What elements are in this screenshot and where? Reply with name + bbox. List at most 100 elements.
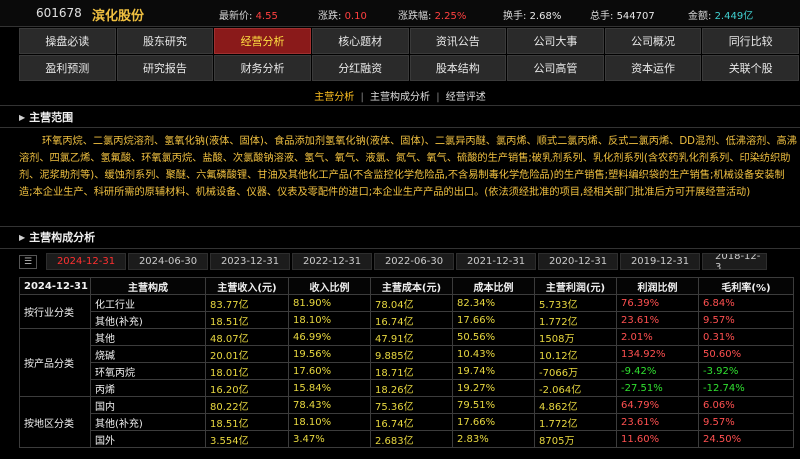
price-value: 4.55 xyxy=(255,11,278,22)
date-tab[interactable]: 2020-12-31 xyxy=(538,253,618,270)
value-cell: 9.57% xyxy=(698,413,794,431)
component-cell: 烧碱 xyxy=(90,345,206,363)
divider xyxy=(0,127,800,128)
sublink-review[interactable]: 经营评述 xyxy=(446,92,486,103)
date-tab[interactable]: 2022-06-30 xyxy=(374,253,454,270)
category-cell: 按产品分类 xyxy=(19,328,91,397)
turnover-value: 2.68% xyxy=(529,11,562,22)
value-cell: 1.772亿 xyxy=(534,413,617,431)
value-cell: 2.83% xyxy=(452,430,535,448)
table-row: 其他(补充) 18.51亿 18.10% 16.74亿 17.66% 1.772亿 23.6… xyxy=(20,413,794,431)
value-cell: 2.683亿 xyxy=(370,430,453,448)
value-cell: 16.74亿 xyxy=(370,413,453,431)
component-cell: 其他 xyxy=(90,328,206,346)
date-tab[interactable]: 2022-12-31 xyxy=(292,253,372,270)
nav-btn[interactable]: 核心题材 xyxy=(311,28,409,54)
nav-btn[interactable]: 资讯公告 xyxy=(409,28,507,54)
sublink-main-analysis[interactable]: 主营分析 xyxy=(314,92,354,103)
menu-grid-icon[interactable]: ☰ xyxy=(19,254,37,269)
date-tab[interactable]: 2019-12-31 xyxy=(620,253,700,270)
scope-title: 主营范围 xyxy=(29,111,74,124)
value-cell: 4.862亿 xyxy=(534,396,617,414)
volume-field: 总手: 544707 xyxy=(590,7,655,22)
nav-btn[interactable]: 财务分析 xyxy=(214,55,311,81)
col-header: 主营构成 xyxy=(90,277,206,295)
nav-btn[interactable]: 操盘必读 xyxy=(19,28,116,54)
nav-btn[interactable]: 同行比较 xyxy=(702,28,799,54)
col-header[interactable]: 主营成本(元) xyxy=(370,277,453,295)
table-row: 按地区分类 国内 80.22亿 78.43% 75.36亿 79.51% 4.862亿 64.… xyxy=(19,396,794,448)
composition-header: ▶ 主营构成分析 xyxy=(0,228,800,246)
nav-btn[interactable]: 公司大事 xyxy=(507,28,604,54)
value-cell: 46.99% xyxy=(288,328,371,346)
value-cell: 75.36亿 xyxy=(370,396,453,414)
amount-field: 金额: 2.449亿 xyxy=(688,7,753,22)
value-cell: 76.39% xyxy=(616,294,699,312)
nav-btn[interactable]: 资本运作 xyxy=(604,55,702,81)
col-header[interactable]: 利润比例 xyxy=(616,277,699,295)
col-header[interactable]: 收入比例 xyxy=(288,277,371,295)
value-cell: 16.74亿 xyxy=(370,311,453,329)
value-cell: 78.04亿 xyxy=(370,294,453,312)
date-tab[interactable]: 2021-12-31 xyxy=(456,253,536,270)
table-header-row: 2024-12-31 主营构成 主营收入(元) 收入比例 主营成本(元) 成本比… xyxy=(19,277,794,295)
scope-header: ▶ 主营范围 xyxy=(0,108,800,126)
value-cell: 19.27% xyxy=(452,379,535,397)
col-header[interactable]: 主营收入(元) xyxy=(205,277,289,295)
component-cell: 丙烯 xyxy=(90,379,206,397)
date-tab-active[interactable]: 2024-12-31 xyxy=(46,253,126,270)
nav-btn[interactable]: 股本结构 xyxy=(409,55,507,81)
table-row: 其他(补充) 18.51亿 18.10% 16.74亿 17.66% 1.772亿 23.6… xyxy=(20,311,794,329)
value-cell: 6.84% xyxy=(698,294,794,312)
value-cell: 15.84% xyxy=(288,379,371,397)
value-cell: 9.885亿 xyxy=(370,345,453,363)
date-tab[interactable]: 2023-12-31 xyxy=(210,253,290,270)
amount-label: 金额: xyxy=(688,11,712,22)
value-cell: 47.91亿 xyxy=(370,328,453,346)
volume-label: 总手: xyxy=(590,11,614,22)
value-cell: 17.66% xyxy=(452,311,535,329)
function-nav: 操盘必读 股东研究 经营分析 核心题材 资讯公告 公司大事 公司概况 同行比较 … xyxy=(19,28,800,82)
component-cell: 环氧丙烷 xyxy=(90,362,206,380)
value-cell: 20.01亿 xyxy=(205,345,289,363)
component-cell: 其他(补充) xyxy=(90,413,206,431)
category-cell: 按行业分类 xyxy=(19,294,91,329)
col-header[interactable]: 主营利润(元) xyxy=(534,277,617,295)
value-cell: -9.42% xyxy=(616,362,699,380)
nav-btn[interactable]: 股东研究 xyxy=(116,28,214,54)
component-cell: 其他(补充) xyxy=(90,311,206,329)
value-cell: 18.10% xyxy=(288,311,371,329)
value-cell: 50.56% xyxy=(452,328,535,346)
value-cell: -12.74% xyxy=(698,379,794,397)
nav-btn[interactable]: 关联个股 xyxy=(702,55,799,81)
value-cell: 78.43% xyxy=(288,396,371,414)
value-cell: 10.12亿 xyxy=(534,345,617,363)
change-pct-value: 2.25% xyxy=(434,11,467,22)
value-cell: 10.43% xyxy=(452,345,535,363)
sublink-composition[interactable]: 主营构成分析 xyxy=(370,92,430,103)
value-cell: 18.01亿 xyxy=(205,362,289,380)
value-cell: -2.064亿 xyxy=(534,379,617,397)
col-header[interactable]: 毛利率(%) xyxy=(698,277,794,295)
date-tab[interactable]: 2018-12-3 xyxy=(702,253,767,270)
nav-row-2: 盈利预测 研究报告 财务分析 分红融资 股本结构 公司高管 资本运作 关联个股 xyxy=(19,55,800,82)
scope-text: 环氧丙烷、二氯丙烷溶剂、氢氧化钠(液体、固体)、食品添加剂氢氧化钠(液体、固体)… xyxy=(19,136,797,198)
divider xyxy=(0,105,800,106)
nav-btn[interactable]: 分红融资 xyxy=(311,55,409,81)
table-row: 丙烯 16.20亿 15.84% 18.26亿 19.27% -2.064亿 -27.51%… xyxy=(20,379,794,397)
value-cell: 17.66% xyxy=(452,413,535,431)
nav-btn[interactable]: 公司高管 xyxy=(507,55,604,81)
nav-btn[interactable]: 公司概况 xyxy=(604,28,702,54)
col-header[interactable]: 成本比例 xyxy=(452,277,535,295)
nav-btn[interactable]: 研究报告 xyxy=(116,55,214,81)
value-cell: 134.92% xyxy=(616,345,699,363)
value-cell: 9.57% xyxy=(698,311,794,329)
col-header: 2024-12-31 xyxy=(19,277,91,295)
component-cell: 国外 xyxy=(90,430,206,448)
change-value: 0.10 xyxy=(344,11,367,22)
date-tab[interactable]: 2024-06-30 xyxy=(128,253,208,270)
nav-btn-active[interactable]: 经营分析 xyxy=(214,28,311,54)
nav-row-1: 操盘必读 股东研究 经营分析 核心题材 资讯公告 公司大事 公司概况 同行比较 xyxy=(19,28,800,55)
nav-btn[interactable]: 盈利预测 xyxy=(19,55,116,81)
value-cell: 6.06% xyxy=(698,396,794,414)
